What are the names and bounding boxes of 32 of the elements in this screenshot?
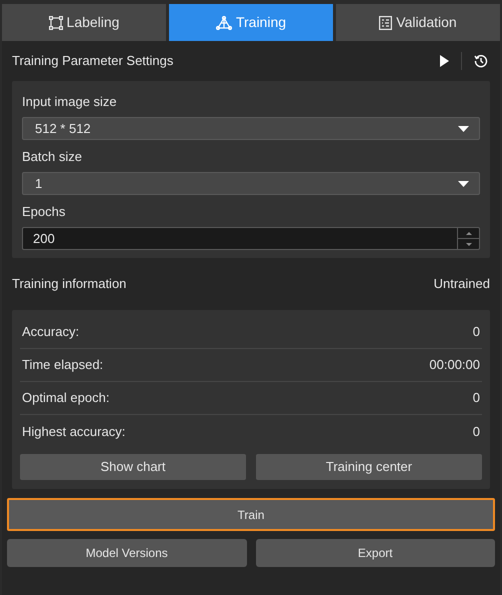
info-label: Highest accuracy: [22, 422, 126, 441]
dropdown[interactable]: 1 [22, 172, 480, 195]
info-value: 0 [472, 323, 480, 342]
checklist-icon [379, 16, 392, 30]
caret-icon [458, 180, 469, 186]
section-title: Training information [12, 275, 128, 294]
info-value: 00:00:00 [429, 356, 480, 374]
history-icon[interactable] [474, 54, 488, 68]
status-text: Untrained [434, 275, 490, 294]
dropdown[interactable]: 512 * 512 [22, 117, 480, 140]
caret-icon [458, 126, 469, 132]
action-button[interactable]: Model Versions [7, 539, 246, 567]
number-input[interactable]: 200 [22, 227, 480, 250]
network-icon [216, 16, 232, 30]
info-label: Accuracy: [22, 323, 80, 342]
action-button[interactable]: Show chart [20, 454, 246, 480]
bounding-box-icon [48, 16, 63, 30]
tab[interactable]: Labeling [2, 4, 166, 41]
info-value: 0 [472, 389, 480, 408]
info-label: Optimal epoch: [22, 389, 110, 408]
info-label: Time elapsed: [22, 356, 104, 374]
field-label: Input image size [22, 93, 118, 112]
field-label: Epochs [22, 203, 66, 222]
action-button[interactable]: Export [256, 539, 495, 567]
tab[interactable]: Validation [336, 4, 500, 41]
tab[interactable]: Training [169, 4, 333, 41]
field-label: Batch size [22, 148, 83, 166]
play-icon[interactable] [440, 55, 449, 67]
train-button[interactable]: Train [7, 498, 495, 531]
action-button[interactable]: Training center [256, 454, 482, 480]
info-value: 0 [472, 422, 480, 441]
section-title: Training Parameter Settings [12, 52, 174, 70]
